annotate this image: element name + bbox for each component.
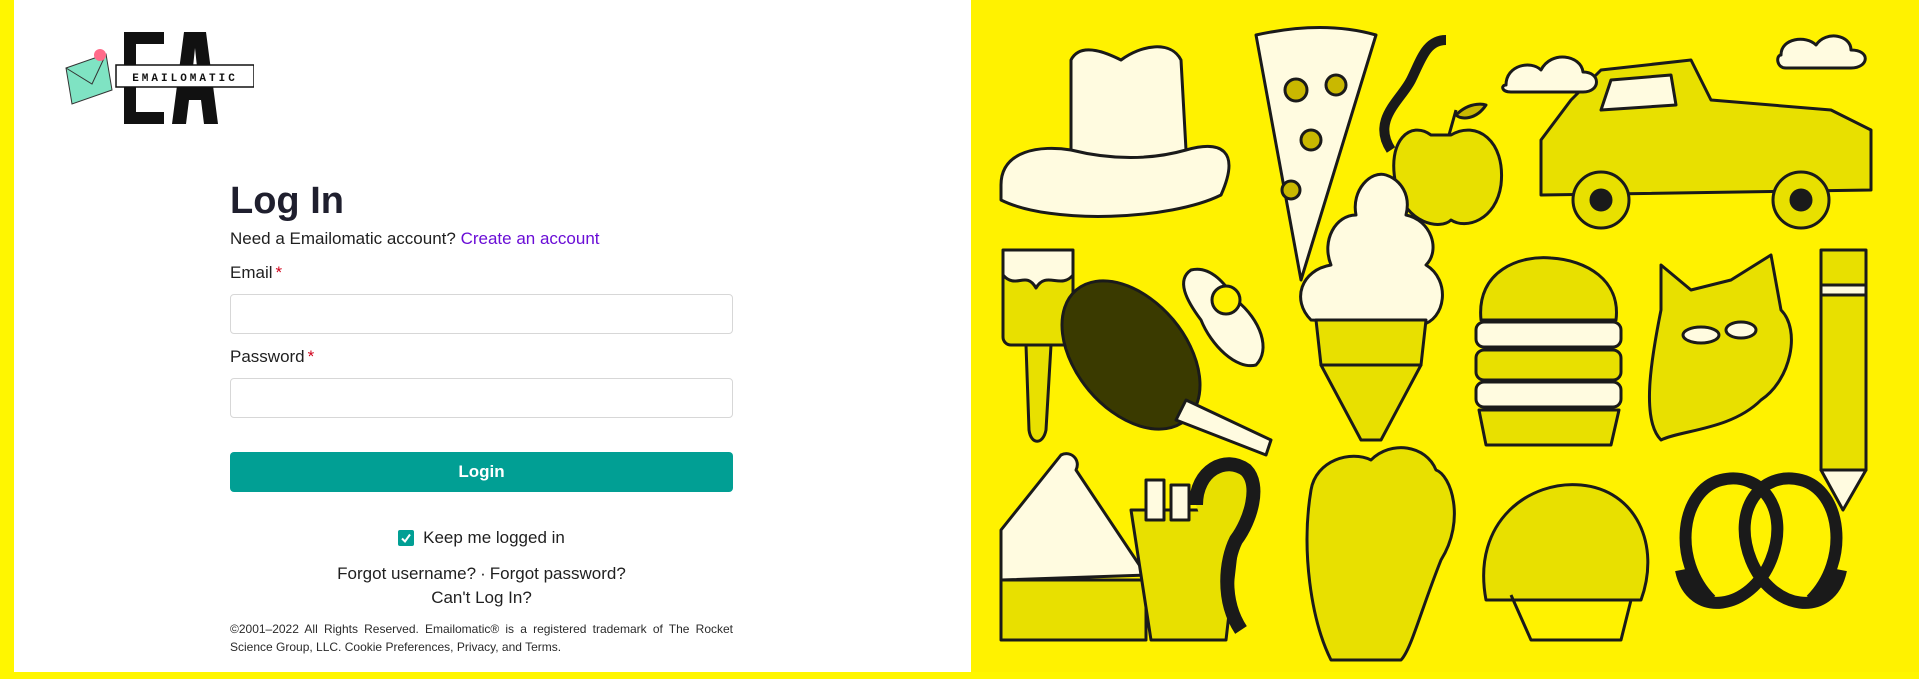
- cant-login-link[interactable]: Can't Log In?: [230, 586, 733, 610]
- logo-wordmark: EMAILOMATIC: [132, 73, 238, 85]
- email-label-text: Email: [230, 263, 273, 282]
- burger-doodle: [1474, 256, 1623, 447]
- help-links: Forgot username? · Forgot password? Can't …: [230, 562, 733, 610]
- password-label: Password *: [230, 346, 733, 368]
- keep-logged-in-checkbox[interactable]: [398, 530, 415, 546]
- login-button[interactable]: Login: [230, 452, 733, 492]
- email-required-marker: *: [275, 263, 283, 282]
- signup-prompt-text: Need a Emailomatic account?: [230, 229, 456, 248]
- envelope-icon: [65, 49, 113, 105]
- email-label: Email *: [230, 262, 733, 284]
- cookie-preferences-link[interactable]: Cookie Preferences: [345, 640, 450, 654]
- legal-and: , and: [495, 640, 522, 654]
- password-label-text: Password: [230, 347, 305, 366]
- forgot-username-link[interactable]: Forgot username?: [337, 564, 476, 583]
- signup-prompt: Need a Emailomatic account? Create an ac…: [230, 228, 733, 250]
- pencil-doodle: [1819, 248, 1868, 512]
- food-doodles-illustration: [971, 0, 1919, 672]
- privacy-link[interactable]: Privacy: [457, 640, 495, 654]
- password-field[interactable]: [230, 378, 733, 418]
- link-separator: ·: [480, 564, 486, 583]
- password-required-marker: *: [307, 347, 315, 366]
- terms-link[interactable]: Terms: [525, 640, 558, 654]
- legal-footer: ©2001–2022 All Rights Reserved. Emailoma…: [230, 622, 733, 654]
- keep-logged-in-label[interactable]: Keep me logged in: [423, 528, 565, 548]
- keep-logged-in-row: Keep me logged in: [230, 528, 733, 548]
- forgot-password-link[interactable]: Forgot password?: [490, 564, 626, 583]
- login-panel: EMAILOMATIC Log In Need a Emailomatic ac…: [14, 0, 971, 672]
- page-title: Log In: [230, 180, 344, 222]
- emailomatic-logo[interactable]: EMAILOMATIC: [54, 28, 254, 128]
- login-form: Log In Need a Emailomatic account? Creat…: [230, 178, 733, 656]
- checkmark-icon: [401, 533, 411, 544]
- create-account-link[interactable]: Create an account: [461, 229, 600, 248]
- email-field[interactable]: [230, 294, 733, 334]
